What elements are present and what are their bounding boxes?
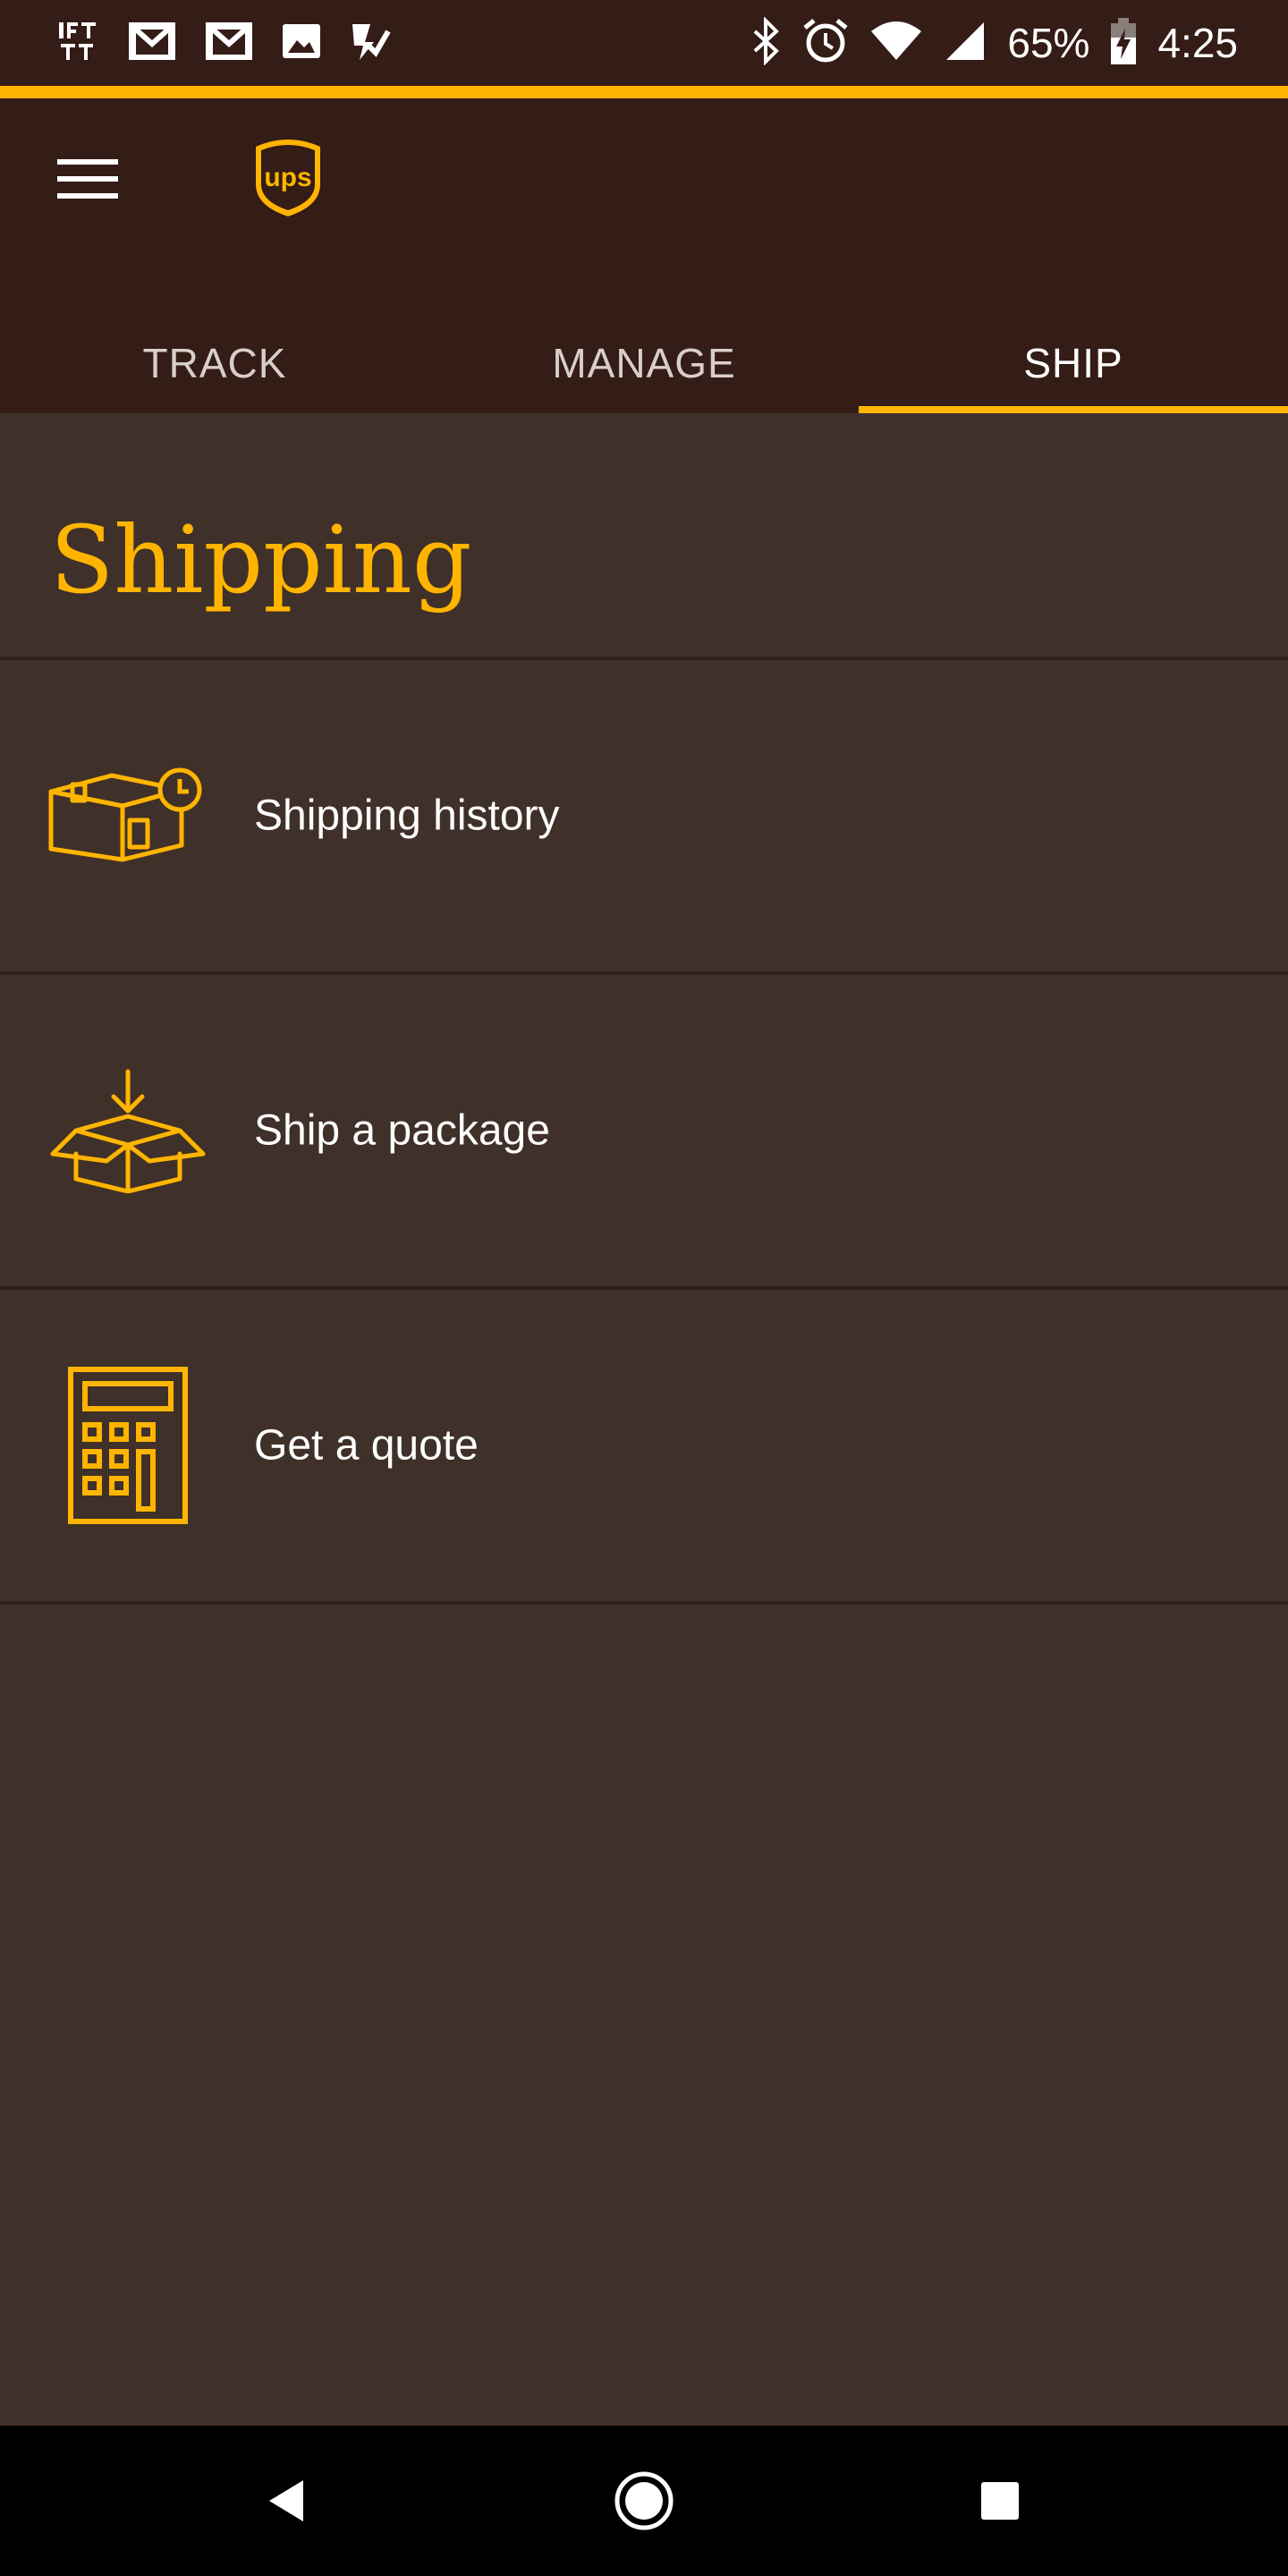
battery-percent: 65% bbox=[1007, 20, 1090, 66]
ifttt-icon bbox=[57, 19, 102, 68]
clock: 4:25 bbox=[1157, 20, 1238, 66]
brand-accent-bar bbox=[0, 86, 1288, 98]
open-box-icon bbox=[43, 1046, 213, 1216]
back-icon bbox=[269, 2480, 303, 2521]
tab-track[interactable]: TRACK bbox=[0, 313, 429, 413]
system-status: 65% 4:25 bbox=[750, 15, 1238, 71]
wifi-icon bbox=[869, 19, 923, 68]
calculator-icon bbox=[43, 1360, 213, 1530]
home-icon bbox=[614, 2471, 674, 2530]
package-history-icon bbox=[43, 731, 213, 901]
list-item-label: Shipping history bbox=[254, 792, 560, 840]
tab-bar: TRACK MANAGE SHIP bbox=[0, 313, 1288, 413]
alarm-icon bbox=[801, 17, 850, 70]
list-item-ship-a-package[interactable]: Ship a package bbox=[0, 975, 1288, 1290]
tab-manage[interactable]: MANAGE bbox=[429, 313, 859, 413]
list-item-get-a-quote[interactable]: Get a quote bbox=[0, 1290, 1288, 1605]
gmail-icon bbox=[125, 19, 179, 68]
menu-button[interactable] bbox=[54, 145, 122, 213]
app-header: ups TRACK MANAGE SHIP bbox=[0, 98, 1288, 413]
system-nav-bar bbox=[0, 2426, 1288, 2576]
hamburger-menu-icon bbox=[57, 159, 118, 199]
photo-icon bbox=[279, 19, 324, 68]
gmail-icon bbox=[202, 19, 256, 68]
tasks-icon bbox=[347, 19, 392, 68]
recents-icon bbox=[981, 2482, 1019, 2520]
list-item-label: Get a quote bbox=[254, 1421, 479, 1470]
list-item-label: Ship a package bbox=[254, 1106, 550, 1155]
notification-icons bbox=[57, 16, 392, 70]
bluetooth-icon bbox=[750, 15, 782, 70]
home-button[interactable] bbox=[608, 2465, 680, 2537]
status-bar: 65% 4:25 bbox=[0, 0, 1288, 86]
list-item-shipping-history[interactable]: Shipping history bbox=[0, 660, 1288, 975]
recents-button[interactable] bbox=[964, 2465, 1036, 2537]
shipping-options-list: Shipping history Ship a package Get a qu… bbox=[0, 660, 1288, 1605]
ups-logo[interactable]: ups bbox=[252, 134, 324, 218]
back-button[interactable] bbox=[250, 2465, 322, 2537]
tab-ship[interactable]: SHIP bbox=[859, 313, 1288, 413]
page-title: Shipping bbox=[50, 505, 472, 614]
signal-icon bbox=[943, 19, 987, 68]
battery-charging-icon bbox=[1109, 16, 1138, 71]
svg-text:ups: ups bbox=[264, 163, 311, 192]
